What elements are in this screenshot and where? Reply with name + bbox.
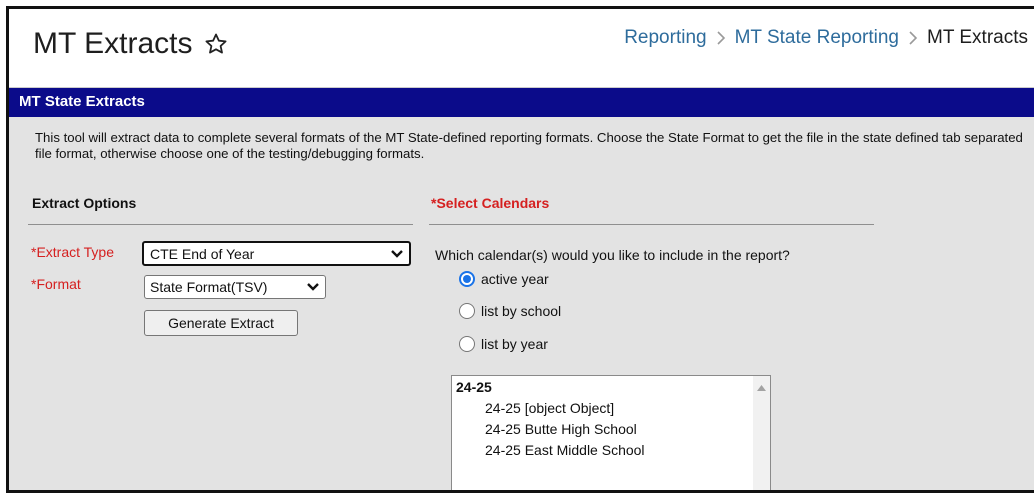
radio-button[interactable] bbox=[459, 303, 475, 319]
radio-list-by-year[interactable]: list by year bbox=[459, 336, 548, 352]
breadcrumb-reporting[interactable]: Reporting bbox=[624, 27, 706, 49]
breadcrumb-mt-state-reporting[interactable]: MT State Reporting bbox=[735, 27, 899, 49]
triangle-up-icon[interactable] bbox=[757, 385, 766, 391]
star-outline-icon[interactable] bbox=[204, 32, 228, 56]
extract-type-value: CTE End of Year bbox=[150, 245, 255, 262]
tool-description: This tool will extract data to complete … bbox=[35, 130, 1023, 161]
chevron-down-icon bbox=[390, 249, 404, 259]
app-frame: MT Extracts Reporting MT State Reporting… bbox=[6, 6, 1034, 493]
page-header: MT Extracts Reporting MT State Reporting… bbox=[9, 9, 1034, 87]
chevron-down-icon bbox=[306, 282, 320, 292]
radio-list-by-school[interactable]: list by school bbox=[459, 303, 561, 319]
extract-options-divider bbox=[28, 224, 413, 225]
radio-label: list by school bbox=[481, 303, 562, 319]
format-value: State Format(TSV) bbox=[150, 279, 268, 295]
generate-extract-button[interactable]: Generate Extract bbox=[144, 310, 298, 336]
radio-button[interactable] bbox=[459, 336, 475, 352]
calendar-question: Which calendar(s) would you like to incl… bbox=[435, 247, 790, 263]
breadcrumb-current: MT Extracts bbox=[927, 27, 1028, 48]
format-select[interactable]: State Format(TSV) bbox=[144, 275, 326, 299]
extract-options-heading: Extract Options bbox=[32, 195, 137, 211]
chevron-right-icon bbox=[908, 30, 918, 46]
section-header: MT State Extracts bbox=[9, 87, 1034, 117]
listbox-scrollbar[interactable] bbox=[753, 376, 770, 490]
page-title: MT Extracts bbox=[33, 27, 228, 61]
list-group-header: 24-25 bbox=[456, 379, 492, 395]
section-title: MT State Extracts bbox=[19, 93, 145, 110]
list-item[interactable]: 24-25 East Middle School bbox=[485, 442, 645, 458]
select-calendars-heading: *Select Calendars bbox=[431, 195, 550, 211]
radio-label: active year bbox=[481, 271, 549, 287]
select-calendars-divider bbox=[429, 224, 874, 225]
chevron-right-icon bbox=[716, 30, 726, 46]
list-item[interactable]: 24-25 [object Object] bbox=[485, 400, 614, 416]
page-title-text: MT Extracts bbox=[33, 27, 193, 60]
radio-active-year[interactable]: active year bbox=[459, 271, 549, 287]
breadcrumb: Reporting MT State Reporting MT Extracts bbox=[624, 27, 1028, 49]
calendar-listbox[interactable]: 24-25 24-25 [object Object] 24-25 Butte … bbox=[451, 375, 771, 490]
list-item[interactable]: 24-25 Butte High School bbox=[485, 421, 637, 437]
radio-label: list by year bbox=[481, 336, 548, 352]
extract-type-select[interactable]: CTE End of Year bbox=[142, 241, 411, 266]
extract-type-label: *Extract Type bbox=[31, 244, 115, 260]
format-label: *Format bbox=[31, 276, 81, 292]
radio-button-checked[interactable] bbox=[459, 271, 475, 287]
